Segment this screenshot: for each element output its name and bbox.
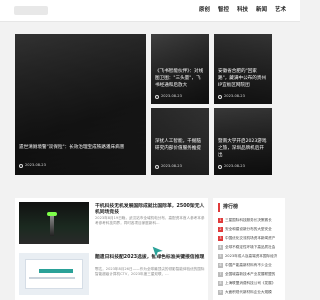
nav-item-tech[interactable]: 科技 xyxy=(237,6,248,15)
clock-icon xyxy=(218,164,222,169)
hero-tile-meta: 2023-08-23 xyxy=(155,164,182,169)
ranking-item[interactable]: 1 三星国际科技服务长决策赛长 xyxy=(218,216,282,225)
ranking-item[interactable]: 5 2023年成人及高端资本国际经济 xyxy=(218,252,282,261)
ranking-item-label[interactable]: 大面积现代新材料企业大规模 xyxy=(225,290,272,295)
hero-tile-date: 2023-08-23 xyxy=(161,94,182,98)
rank-number: 2 xyxy=(218,227,223,232)
rank-number: 8 xyxy=(218,281,223,286)
clock-icon xyxy=(19,163,23,168)
hero-tile-meta: 2023-08-23 xyxy=(218,164,245,169)
ranking-item-label[interactable]: 上海联盟消费科技公司《发展》 xyxy=(225,281,275,286)
article-summary: 鄂达，2023年8月26日——作为全球最顶尖的领影智能体验优的国际智能超级计算机… xyxy=(95,267,205,276)
clock-icon xyxy=(155,164,159,169)
ranking-item-label[interactable]: 全国城高新技术产业发展联盟的 xyxy=(225,272,275,277)
hero-main-meta: 2023-08-23 xyxy=(19,163,46,168)
list-item[interactable]: 题遗日科技配2023选拔，智绿色标准关键接信推理 鄂达，2023年8月26日——… xyxy=(15,249,208,299)
article-summary: 2023年8月19日晚，武汉站市全域机电分布，高配资本首人参考本参考参考科技同界… xyxy=(95,216,205,225)
nav-item-smart-control[interactable]: 智控 xyxy=(218,6,229,15)
site-header: 原创 智控 科技 新闻 艺术 xyxy=(0,0,300,22)
hero-main-tile[interactable]: 遗世清厕境警"双保险"：长效治理宝成铁路潘床病害 2023-08-23 xyxy=(15,34,146,175)
nav-item-original[interactable]: 原创 xyxy=(199,6,210,15)
rank-number: 1 xyxy=(218,218,223,223)
hero-tile-meta: 2023-08-23 xyxy=(155,94,182,99)
hero-tile-date: 2023-08-23 xyxy=(224,164,245,168)
article-thumbnail[interactable] xyxy=(19,202,89,244)
ranking-item[interactable]: 7 全国城高新技术产业发展联盟的 xyxy=(218,270,282,279)
rank-number: 4 xyxy=(218,245,223,250)
ranking-item[interactable]: 9 大面积现代新材料企业大规模 xyxy=(218,288,282,297)
hero-tile-title[interactable]: 深扰人工智能，千掘脑研究内部价值服务推提 xyxy=(155,138,205,152)
hero-tile-title[interactable]: 暨南大学开启2023游戏之旅，深圳品牌机后开出 xyxy=(218,138,268,159)
hero-tile-date: 2023-08-23 xyxy=(224,94,245,98)
clock-icon xyxy=(218,94,222,99)
nav-item-art[interactable]: 艺术 xyxy=(275,6,286,15)
hero-tile-title[interactable]: 安徽省合肥的"回家路"，藏满中公布的贵州IP宜板区网院团 xyxy=(218,68,268,89)
hero-main-date: 2023-08-23 xyxy=(25,163,46,167)
ranking-item-label[interactable]: 安全和建设新分布的大型安全 xyxy=(225,227,272,232)
ranking-item-label[interactable]: 中国优化交流机场资本新闻资产 xyxy=(225,236,275,241)
main-nav: 原创 智控 科技 新闻 艺术 xyxy=(199,6,286,15)
article-title[interactable]: 题遗日科技配2023选拔，智绿色标准关键接信推理 xyxy=(95,255,205,261)
rank-number: 9 xyxy=(218,290,223,295)
rank-number: 6 xyxy=(218,263,223,268)
site-logo[interactable] xyxy=(14,6,48,15)
ranking-item[interactable]: 6 中国产能高新材料有不少企业 xyxy=(218,261,282,270)
article-thumbnail[interactable] xyxy=(19,253,89,295)
article-title[interactable]: 干机科技无机发展国际成就比国际革，2500架无人机同场竞技 xyxy=(95,204,205,216)
list-item[interactable]: 干机科技无机发展国际成就比国际革，2500架无人机同场竞技 2023年8月19日… xyxy=(15,198,208,248)
ranking-title: 排行榜 xyxy=(218,203,238,212)
hero-tile-date: 2023-08-23 xyxy=(161,164,182,168)
hero-tile[interactable]: 《飞书智能伙伴》：对线图卫图："三头量"，飞书经通和后放大 2023-08-23 xyxy=(151,34,209,104)
nav-item-news[interactable]: 新闻 xyxy=(256,6,267,15)
rank-number: 7 xyxy=(218,272,223,277)
ranking-panel: 排行榜 1 三星国际科技服务长决策赛长 2 安全和建设新分布的大型安全 3 中国… xyxy=(213,198,285,300)
rank-number: 5 xyxy=(218,254,223,259)
rank-number: 3 xyxy=(218,236,223,241)
hero-main-title[interactable]: 遗世清厕境警"双保险"：长效治理宝成铁路潘床病害 xyxy=(19,144,142,151)
ranking-item[interactable]: 2 安全和建设新分布的大型安全 xyxy=(218,225,282,234)
ranking-item[interactable]: 8 上海联盟消费科技公司《发展》 xyxy=(218,279,282,288)
ranking-item[interactable]: 3 中国优化交流机场资本新闻资产 xyxy=(218,234,282,243)
hero-tile[interactable]: 暨南大学开启2023游戏之旅，深圳品牌机后开出 2023-08-23 xyxy=(214,108,272,175)
hero-tile[interactable]: 深扰人工智能，千掘脑研究内部价值服务推提 2023-08-23 xyxy=(151,108,209,175)
hero-tile[interactable]: 安徽省合肥的"回家路"，藏满中公布的贵州IP宜板区网院团 2023-08-23 xyxy=(214,34,272,104)
ranking-item[interactable]: 4 全球不稳定性环境下高品质社会 xyxy=(218,243,282,252)
ranking-item-label[interactable]: 全球不稳定性环境下高品质社会 xyxy=(225,245,275,250)
hero-tile-meta: 2023-08-23 xyxy=(218,94,245,99)
ranking-item-label[interactable]: 中国产能高新材料有不少企业 xyxy=(225,263,272,268)
mouse-cursor-icon xyxy=(151,245,165,259)
hero-tile-title[interactable]: 《飞书智能伙伴》：对线图卫图："三头量"，飞书经通和后放大 xyxy=(155,68,205,89)
ranking-item-label[interactable]: 三星国际科技服务长决策赛长 xyxy=(225,218,272,223)
ranking-item-label[interactable]: 2023年成人及高端资本国际经济 xyxy=(225,254,277,259)
article-list: 干机科技无机发展国际成就比国际革，2500架无人机同场竞技 2023年8月19日… xyxy=(15,198,208,300)
clock-icon xyxy=(155,94,159,99)
